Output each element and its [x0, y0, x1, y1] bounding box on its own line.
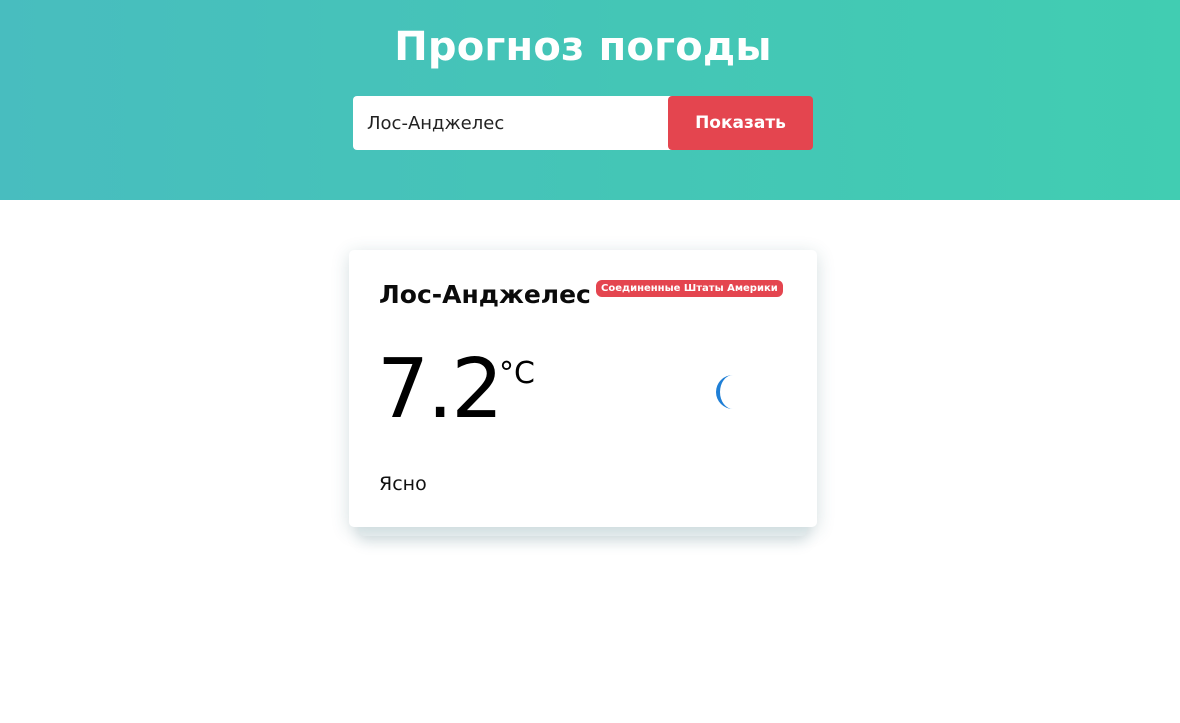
weather-description: Ясно	[379, 473, 427, 495]
country-badge: Соединенные Штаты Америки	[596, 280, 783, 297]
page-header: Прогноз погоды Показать	[0, 0, 1180, 200]
moon-icon	[704, 370, 744, 414]
weather-card: Лос-Анджелес Соединенные Штаты Америки 7…	[349, 250, 817, 527]
show-weather-button[interactable]: Показать	[668, 96, 813, 150]
city-name: Лос-Анджелес	[379, 280, 591, 309]
temperature-unit: °C	[499, 356, 535, 391]
temperature-value: 7.2	[377, 342, 503, 437]
page-title: Прогноз погоды	[394, 24, 772, 70]
search-form: Показать	[353, 96, 813, 150]
city-search-input[interactable]	[353, 96, 683, 150]
